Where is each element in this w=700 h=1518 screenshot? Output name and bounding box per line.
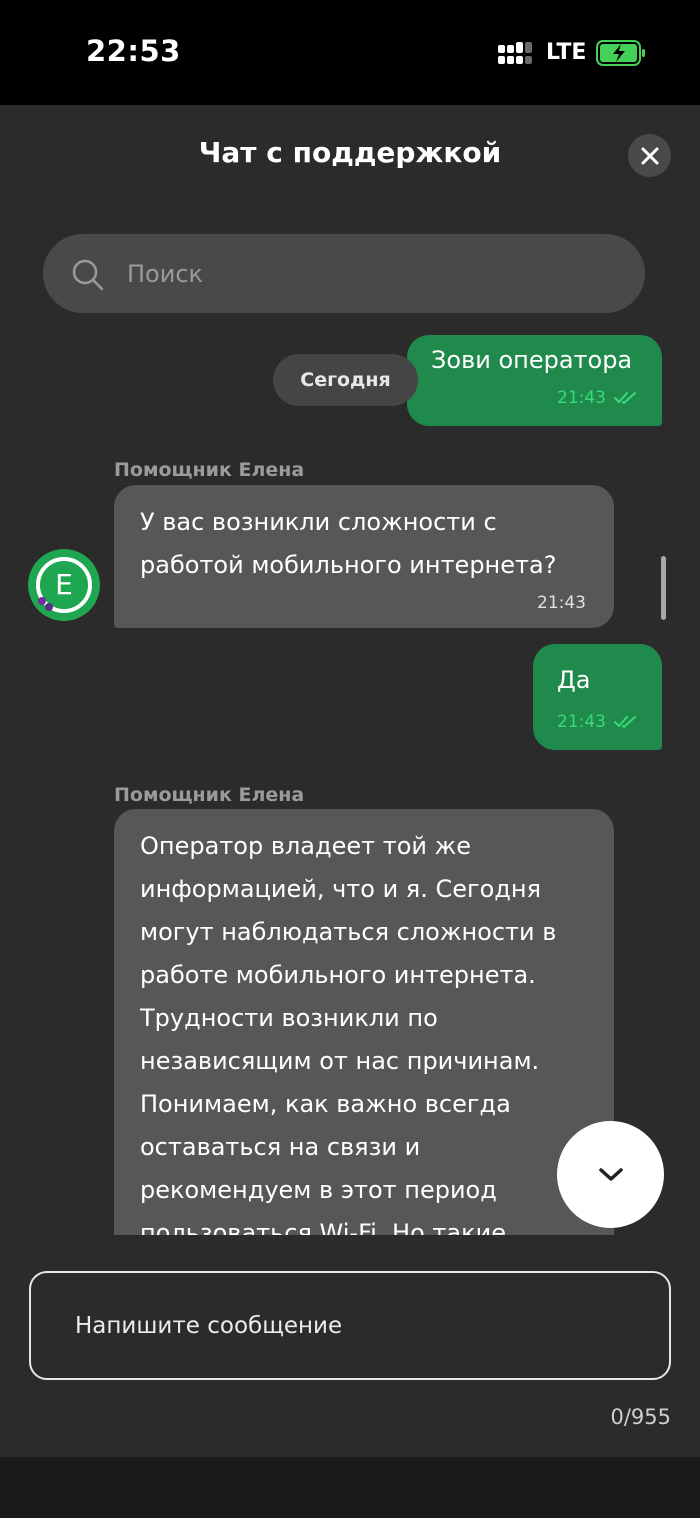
message-text: Зови оператора xyxy=(431,346,633,374)
network-type: LTE xyxy=(546,40,587,65)
message-incoming[interactable]: У вас возникли сложности с работой мобил… xyxy=(114,485,614,628)
message-text: Да xyxy=(557,666,591,694)
message-line: работе мобильного интернета. xyxy=(140,961,536,989)
message-outgoing[interactable]: Зови оператора 21:43 xyxy=(407,335,662,426)
message-input[interactable]: Напишите сообщение xyxy=(29,1271,671,1380)
message-input-placeholder: Напишите сообщение xyxy=(75,1313,343,1339)
message-meta: 21:43 xyxy=(557,388,638,408)
message-meta: 21:43 xyxy=(557,712,638,732)
date-separator: Сегодня xyxy=(273,354,418,406)
message-time: 21:43 xyxy=(557,388,606,408)
double-check-icon xyxy=(614,716,636,728)
bottom-bar xyxy=(0,1457,700,1518)
avatar-dot xyxy=(45,603,53,611)
status-bar: 22:53 LTE xyxy=(0,0,700,105)
sender-name: Помощник Елена xyxy=(114,459,305,481)
message-outgoing[interactable]: Да 21:43 xyxy=(533,644,662,750)
signal-icon xyxy=(498,42,532,64)
message-line: рекомендуем в этот период xyxy=(140,1176,497,1204)
message-line: могут наблюдаться сложности в xyxy=(140,918,557,946)
character-counter: 0/955 xyxy=(610,1405,671,1429)
scrollbar[interactable] xyxy=(661,556,666,620)
chevron-down-icon xyxy=(598,1167,623,1181)
status-time: 22:53 xyxy=(86,34,181,68)
sender-name: Помощник Елена xyxy=(114,784,305,806)
message-line: независящим от нас причинам. xyxy=(140,1047,540,1075)
message-line: оставаться на связи и xyxy=(140,1133,421,1161)
message-line: Понимаем, как важно всегда xyxy=(140,1090,511,1118)
search-placeholder: Поиск xyxy=(127,260,204,288)
search-icon xyxy=(72,259,104,291)
battery-charging-icon xyxy=(596,40,645,66)
message-text: Оператор владеет той же информацией, что… xyxy=(140,825,556,1235)
message-line: Оператор владеет той же xyxy=(140,832,472,860)
message-line: У вас возникли сложности с xyxy=(140,508,497,536)
search-input[interactable]: Поиск xyxy=(43,234,645,313)
message-line: работой мобильного интернета? xyxy=(140,551,557,579)
message-line: Трудности возникли по xyxy=(140,1004,438,1032)
message-incoming[interactable]: Оператор владеет той же информацией, что… xyxy=(114,809,614,1235)
double-check-icon xyxy=(614,392,636,404)
scroll-to-bottom-button[interactable] xyxy=(557,1121,664,1228)
chat-messages[interactable]: Зови оператора 21:43 Сегодня Помощник Ел… xyxy=(0,318,700,1235)
composer: Напишите сообщение 0/955 xyxy=(0,1235,700,1457)
avatar: E xyxy=(28,549,100,621)
message-line: пользоваться Wi-Fi. Но такие xyxy=(140,1219,506,1235)
message-time: 21:43 xyxy=(537,593,586,613)
close-icon xyxy=(641,147,658,164)
avatar-letter: E xyxy=(55,568,73,601)
page-title: Чат с поддержкой xyxy=(198,136,502,169)
message-text: У вас возникли сложности с работой мобил… xyxy=(140,501,556,587)
message-time: 21:43 xyxy=(557,712,606,732)
message-meta: 21:43 xyxy=(537,593,586,613)
message-line: информацией, что и я. Сегодня xyxy=(140,875,542,903)
close-button[interactable] xyxy=(628,134,671,177)
